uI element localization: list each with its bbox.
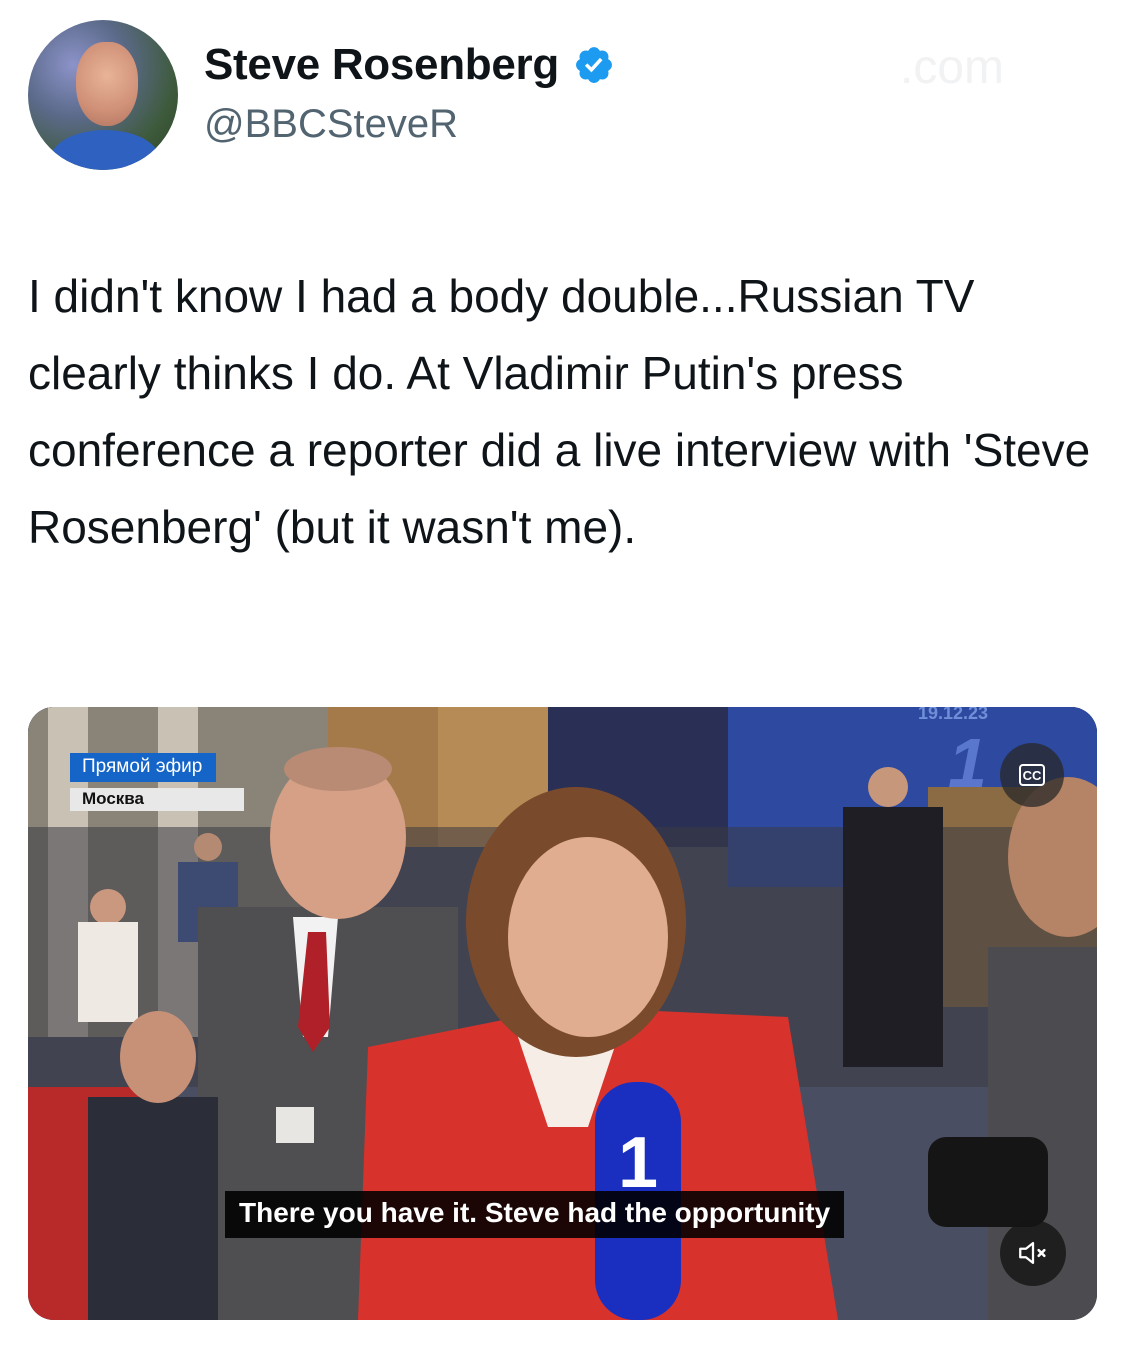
video-player[interactable]: 1 1 Прямой эфир Москва 19.12.23 CC There…	[28, 707, 1097, 1320]
closed-captions-icon: CC	[1019, 764, 1045, 786]
speaker-muted-icon	[1019, 1241, 1046, 1265]
svg-text:1: 1	[948, 724, 987, 802]
watermark-text: .com	[900, 41, 1005, 94]
closed-captions-button[interactable]: CC	[1000, 743, 1064, 807]
verified-badge-icon	[576, 47, 612, 83]
video-subtitle: There you have it. Steve had the opportu…	[225, 1191, 845, 1238]
author-name-row: Steve Rosenberg	[204, 40, 615, 90]
author-handle[interactable]: @BBCSteveR	[204, 102, 458, 147]
date-stamp: 19.12.23	[918, 707, 989, 723]
avatar-shirt	[50, 130, 160, 170]
city-badge: Москва	[70, 788, 244, 811]
live-badge: Прямой эфир	[70, 753, 217, 782]
tweet-text: I didn't know I had a body double...Russ…	[28, 270, 1091, 553]
author-display-name[interactable]: Steve Rosenberg	[204, 40, 559, 90]
mute-button[interactable]	[1000, 1220, 1066, 1286]
avatar[interactable]	[28, 20, 178, 170]
avatar-face	[76, 42, 138, 126]
